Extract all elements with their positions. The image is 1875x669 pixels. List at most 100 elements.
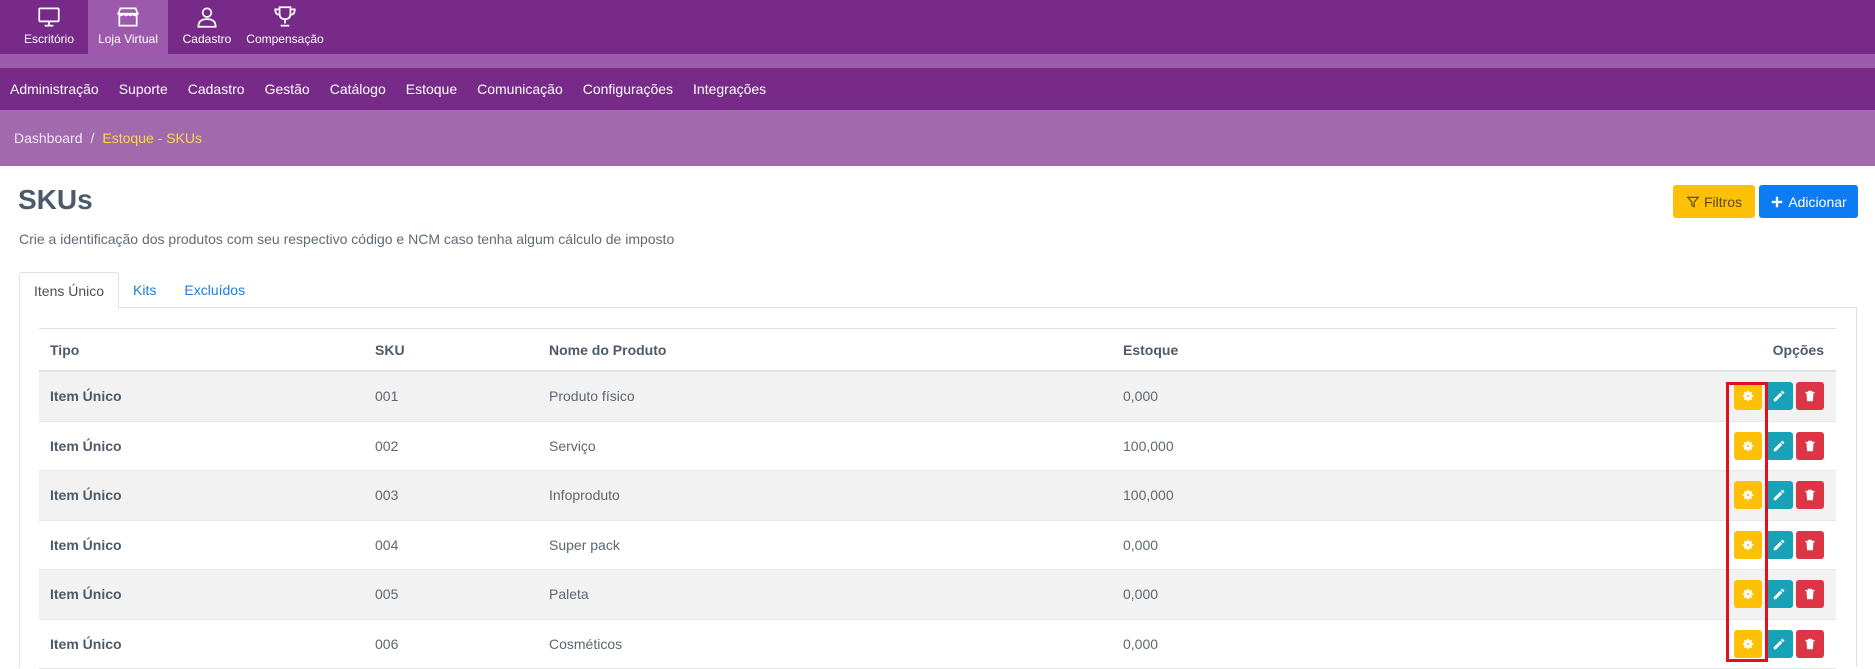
trash-icon xyxy=(1803,587,1817,601)
tab-bar: Itens Único Kits Excluídos xyxy=(19,272,1857,308)
delete-button[interactable] xyxy=(1796,531,1824,559)
cell-estoque: 0,000 xyxy=(1112,586,1672,602)
app-label: Escritório xyxy=(24,32,74,46)
cell-nome: Infoproduto xyxy=(538,487,1112,503)
column-header-tipo[interactable]: Tipo xyxy=(39,342,364,358)
settings-button[interactable] xyxy=(1734,580,1762,608)
settings-button[interactable] xyxy=(1734,382,1762,410)
nav-item-gestao[interactable]: Gestão xyxy=(265,81,310,97)
page-description: Crie a identificação dos produtos com se… xyxy=(19,231,674,247)
cell-opcoes xyxy=(1672,481,1836,509)
cell-opcoes xyxy=(1672,432,1836,460)
breadcrumb-separator: / xyxy=(91,130,95,146)
main-nav: Administração Suporte Cadastro Gestão Ca… xyxy=(0,68,1875,110)
filters-button-label: Filtros xyxy=(1704,194,1742,210)
cell-tipo: Item Único xyxy=(39,636,364,652)
nav-item-comunicacao[interactable]: Comunicação xyxy=(477,81,563,97)
cell-nome: Serviço xyxy=(538,438,1112,454)
edit-button[interactable] xyxy=(1765,531,1793,559)
cell-nome: Paleta xyxy=(538,586,1112,602)
cell-tipo: Item Único xyxy=(39,537,364,553)
cell-opcoes xyxy=(1672,580,1836,608)
app-label: Compensação xyxy=(246,32,323,46)
table-row: Item Único003Infoproduto100,000 xyxy=(39,471,1836,521)
pencil-icon xyxy=(1772,538,1786,552)
nav-item-suporte[interactable]: Suporte xyxy=(119,81,168,97)
nav-item-configuracoes[interactable]: Configurações xyxy=(583,81,673,97)
breadcrumb: Dashboard / Estoque - SKUs xyxy=(0,110,1875,166)
app-compensacao[interactable]: Compensação xyxy=(246,0,324,54)
table-row: Item Único006Cosméticos0,000 xyxy=(39,620,1836,669)
trash-icon xyxy=(1803,439,1817,453)
cell-estoque: 0,000 xyxy=(1112,636,1672,652)
delete-button[interactable] xyxy=(1796,432,1824,460)
breadcrumb-current: Estoque - SKUs xyxy=(102,130,202,146)
gear-icon xyxy=(1741,389,1755,403)
column-header-nome[interactable]: Nome do Produto xyxy=(538,342,1112,358)
filters-button[interactable]: Filtros xyxy=(1673,185,1755,218)
nav-item-administracao[interactable]: Administração xyxy=(10,81,99,97)
trophy-icon xyxy=(272,4,298,30)
gear-icon xyxy=(1741,637,1755,651)
page-title: SKUs xyxy=(18,184,93,216)
cell-estoque: 0,000 xyxy=(1112,388,1672,404)
cell-sku: 005 xyxy=(364,586,538,602)
edit-button[interactable] xyxy=(1765,382,1793,410)
settings-button[interactable] xyxy=(1734,531,1762,559)
tab-kits[interactable]: Kits xyxy=(119,272,170,308)
cell-sku: 003 xyxy=(364,487,538,503)
column-header-estoque[interactable]: Estoque xyxy=(1112,342,1672,358)
gear-icon xyxy=(1741,488,1755,502)
pencil-icon xyxy=(1772,389,1786,403)
cell-estoque: 0,000 xyxy=(1112,537,1672,553)
add-button-label: Adicionar xyxy=(1788,194,1846,210)
app-label: Loja Virtual xyxy=(98,32,158,46)
cell-nome: Super pack xyxy=(538,537,1112,553)
edit-button[interactable] xyxy=(1765,580,1793,608)
table-header: Tipo SKU Nome do Produto Estoque Opções xyxy=(39,328,1836,372)
cell-opcoes xyxy=(1672,630,1836,658)
trash-icon xyxy=(1803,488,1817,502)
tab-excluidos[interactable]: Excluídos xyxy=(170,272,259,308)
delete-button[interactable] xyxy=(1796,481,1824,509)
cell-nome: Cosméticos xyxy=(538,636,1112,652)
column-header-sku[interactable]: SKU xyxy=(364,342,538,358)
user-icon xyxy=(194,4,220,30)
pencil-icon xyxy=(1772,488,1786,502)
nav-item-estoque[interactable]: Estoque xyxy=(406,81,457,97)
filter-icon xyxy=(1686,195,1700,209)
nav-item-catalogo[interactable]: Catálogo xyxy=(330,81,386,97)
edit-button[interactable] xyxy=(1765,630,1793,658)
trash-icon xyxy=(1803,637,1817,651)
tab-itens-unico[interactable]: Itens Único xyxy=(19,272,119,309)
app-loja-virtual[interactable]: Loja Virtual xyxy=(88,0,168,54)
table-row: Item Único001Produto físico0,000 xyxy=(39,372,1836,422)
cell-sku: 001 xyxy=(364,388,538,404)
settings-button[interactable] xyxy=(1734,432,1762,460)
pencil-icon xyxy=(1772,637,1786,651)
delete-button[interactable] xyxy=(1796,382,1824,410)
nav-item-integracoes[interactable]: Integrações xyxy=(693,81,766,97)
pencil-icon xyxy=(1772,587,1786,601)
trash-icon xyxy=(1803,538,1817,552)
cell-nome: Produto físico xyxy=(538,388,1112,404)
delete-button[interactable] xyxy=(1796,580,1824,608)
settings-button[interactable] xyxy=(1734,630,1762,658)
cell-sku: 004 xyxy=(364,537,538,553)
cell-tipo: Item Único xyxy=(39,388,364,404)
add-button[interactable]: Adicionar xyxy=(1759,185,1858,218)
cell-sku: 002 xyxy=(364,438,538,454)
edit-button[interactable] xyxy=(1765,481,1793,509)
accent-strip xyxy=(0,54,1875,68)
edit-button[interactable] xyxy=(1765,432,1793,460)
cell-opcoes xyxy=(1672,382,1836,410)
breadcrumb-home[interactable]: Dashboard xyxy=(14,130,83,146)
app-cadastro[interactable]: Cadastro xyxy=(168,0,246,54)
settings-button[interactable] xyxy=(1734,481,1762,509)
store-icon xyxy=(115,4,141,30)
delete-button[interactable] xyxy=(1796,630,1824,658)
nav-item-cadastro[interactable]: Cadastro xyxy=(188,81,245,97)
app-escritorio[interactable]: Escritório xyxy=(10,0,88,54)
gear-icon xyxy=(1741,439,1755,453)
cell-tipo: Item Único xyxy=(39,438,364,454)
